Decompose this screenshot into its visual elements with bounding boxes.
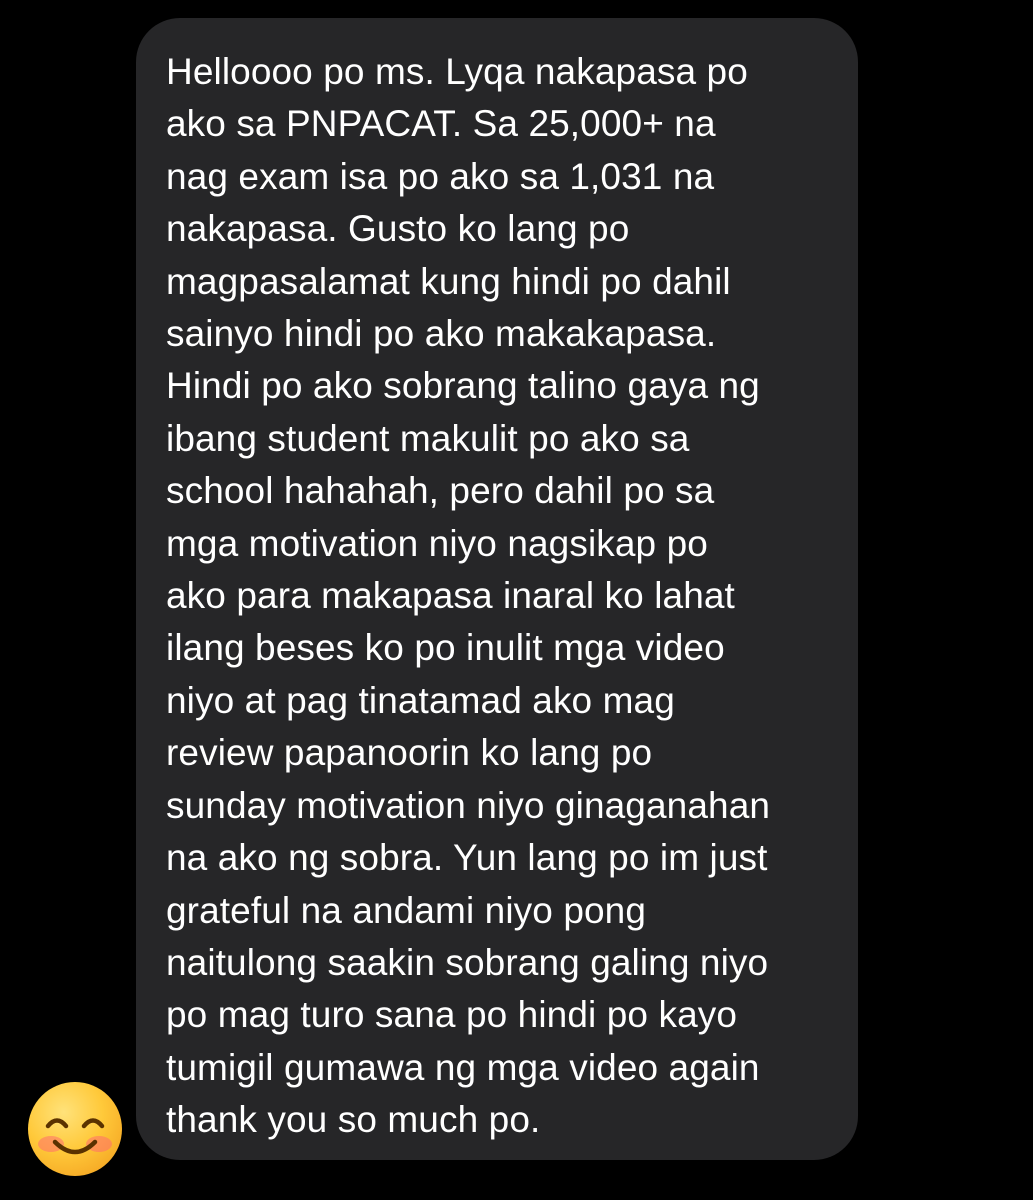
message-text-line: na ako ng sobra. Yun lang po im just — [166, 837, 768, 879]
message-text-line: thank you so much po. — [166, 1099, 541, 1141]
message-text-line: nag exam isa po ako sa 1,031 na — [166, 155, 715, 197]
message-text-line: Helloooo po ms. Lyqa nakapasa po — [166, 51, 748, 92]
smiling-face-with-smiling-eyes-icon[interactable] — [28, 1082, 122, 1176]
message-text-line: magpasalamat kung hindi po dahil — [166, 260, 731, 302]
message-text-line: po mag turo sana po hindi po kayo — [166, 994, 738, 1036]
incoming-message-bubble[interactable]: Helloooo po ms. Lyqa nakapasa po ako sa … — [136, 18, 858, 1160]
message-text-line: tumigil gumawa ng mga video again — [166, 1046, 760, 1088]
message-text-line: grateful na andami niyo pong — [166, 889, 647, 931]
message-text-line: mga motivation niyo nagsikap po — [166, 522, 708, 564]
message-text-line: ilang beses ko po inulit mga video — [166, 627, 725, 669]
message-text-line: naitulong saakin sobrang galing niyo — [166, 941, 769, 983]
smile-face-features — [45, 1118, 105, 1155]
message-text-line: sainyo hindi po ako makakapasa. — [166, 313, 717, 355]
message-text-line: ako para makapasa inaral ko lahat — [166, 575, 735, 617]
message-text-line: Hindi po ako sobrang talino gaya ng — [166, 365, 760, 407]
message-text-line: nakapasa. Gusto ko lang po — [166, 208, 630, 250]
message-text-line: ibang student makulit po ako sa — [166, 417, 690, 459]
message-text-line: review papanoorin ko lang po — [166, 732, 653, 774]
message-text-line: sunday motivation niyo ginaganahan — [166, 784, 771, 826]
message-text-line: niyo at pag tinatamad ako mag — [166, 679, 675, 721]
message-text-line: school hahahah, pero dahil po sa — [166, 470, 715, 512]
message-text-line: ako sa PNPACAT. Sa 25,000+ na — [166, 103, 716, 145]
